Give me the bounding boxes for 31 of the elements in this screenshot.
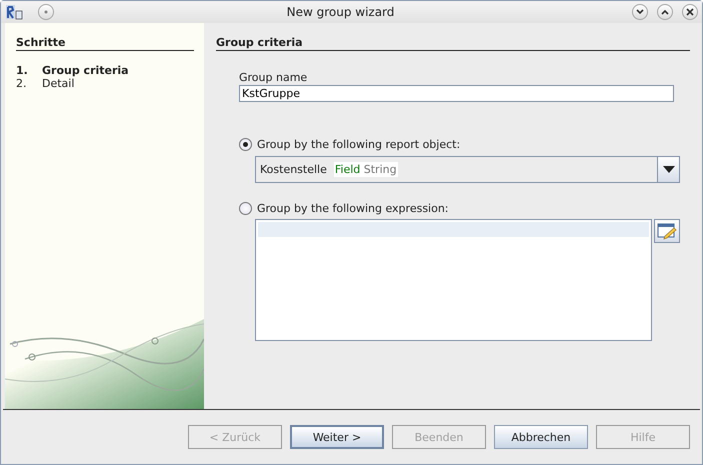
- chevron-down-icon: [635, 8, 645, 16]
- step-item[interactable]: 2. Detail: [16, 77, 204, 90]
- chevron-up-icon: [660, 8, 670, 16]
- object-name: Kostenstelle: [260, 163, 327, 176]
- edit-button[interactable]: [654, 219, 680, 243]
- caret-icon: [662, 166, 674, 173]
- close-button[interactable]: [682, 4, 698, 20]
- menu-button[interactable]: [38, 4, 54, 20]
- input-field[interactable]: KstGruppe: [239, 85, 674, 102]
- expression-field[interactable]: [255, 219, 652, 341]
- radio-label[interactable]: Group by the following report object:: [257, 138, 460, 151]
- wizard-button[interactable]: Abbrechen: [494, 425, 588, 449]
- radio-button[interactable]: [239, 138, 252, 151]
- close-icon: [685, 7, 695, 17]
- pencil-icon: [657, 222, 677, 240]
- report-object-dropdown[interactable]: Kostenstelle Field String: [255, 156, 680, 183]
- minimize-button[interactable]: [632, 4, 648, 20]
- object-kind: Field: [334, 163, 360, 176]
- panel-title: Group criteria: [216, 36, 690, 51]
- radio-label[interactable]: Group by the following expression:: [257, 202, 449, 215]
- radio-button[interactable]: [239, 202, 252, 215]
- object-type: String: [364, 163, 397, 176]
- app-icon: [5, 3, 23, 21]
- sidebar-title: Schritte: [16, 36, 194, 51]
- dropdown-button[interactable]: [657, 157, 679, 182]
- field-label: Group name: [239, 71, 308, 84]
- wizard-button[interactable]: Weiter >: [290, 425, 384, 449]
- step-item[interactable]: 1. Group criteria: [16, 64, 204, 77]
- maximize-button[interactable]: [657, 4, 673, 20]
- window-title: New group wizard: [286, 5, 396, 19]
- dot-icon: [43, 9, 49, 15]
